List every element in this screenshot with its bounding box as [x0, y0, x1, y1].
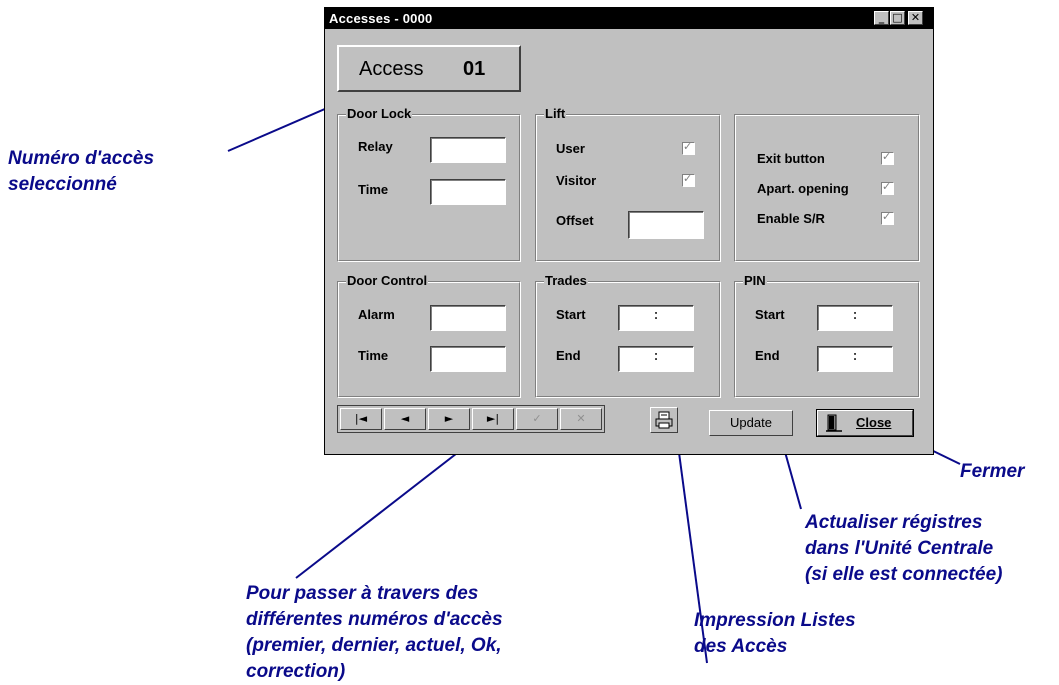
check-icon: ✓ [882, 150, 892, 163]
trades-group: Trades Start : End : [535, 273, 721, 398]
close-label: Close [856, 415, 892, 430]
lift-title: Lift [544, 106, 567, 121]
door-lock-group: Door Lock Relay Time [337, 106, 521, 262]
relay-field[interactable] [430, 137, 506, 163]
apart-opening-label: Apart. opening [757, 181, 849, 196]
visitor-label: Visitor [556, 173, 597, 188]
annotation-line: Impression Listes [694, 610, 856, 631]
annotation-line: dans l'Unité Centrale [805, 538, 994, 559]
pin-end-label: End [755, 348, 780, 363]
cancel-edit-button[interactable]: ✕ [560, 408, 602, 430]
access-number: 01 [463, 58, 486, 80]
pin-end-field[interactable]: : [817, 346, 893, 372]
lift-group: Lift User ✓ Visitor ✓ Offset [535, 106, 721, 262]
user-checkbox[interactable]: ✓ [682, 140, 695, 155]
access-label: Access [359, 58, 424, 80]
pin-start-field[interactable]: : [817, 305, 893, 331]
visitor-checkbox[interactable]: ✓ [682, 172, 695, 187]
annotation-navigation: Pour passer à travers des différentes nu… [246, 581, 503, 685]
update-button[interactable]: Update [709, 410, 793, 436]
printer-icon [655, 411, 673, 429]
enable-sr-checkbox[interactable]: ✓ [881, 210, 894, 225]
relay-label: Relay [358, 139, 393, 154]
first-record-button[interactable]: |◄ [340, 408, 382, 430]
maximize-button[interactable]: □ [890, 11, 905, 25]
annotation-line: différentes numéros d'accès [246, 609, 503, 630]
accesses-window: Accesses - 0000 _ □ ✕ Access 01 Door Loc… [324, 7, 934, 455]
door-control-group: Door Control Alarm Time [337, 273, 521, 398]
last-record-button[interactable]: ►| [472, 408, 514, 430]
trades-end-label: End [556, 348, 581, 363]
annotation-line: (premier, dernier, actuel, Ok, [246, 635, 502, 656]
annotation-line: correction) [246, 661, 346, 682]
door-control-time-label: Time [358, 348, 389, 363]
annotation-line: Fermer [960, 461, 1025, 482]
options-group: Exit button ✓ Apart. opening ✓ Enable S/… [734, 114, 920, 262]
annotation-print: Impression Listes des Accès [694, 608, 856, 660]
annotation-line: Pour passer à travers des [246, 583, 479, 604]
check-icon: ✓ [882, 210, 892, 223]
trades-end-field[interactable]: : [618, 346, 694, 372]
next-record-button[interactable]: ► [428, 408, 470, 430]
alarm-field[interactable] [430, 305, 506, 331]
annotation-line: Numéro d'accès [8, 148, 155, 169]
alarm-label: Alarm [358, 307, 395, 322]
pin-group: PIN Start : End : [734, 273, 920, 398]
door-control-title: Door Control [346, 273, 429, 288]
access-number-display[interactable]: Access 01 [337, 45, 521, 92]
check-icon: ✓ [683, 172, 693, 185]
offset-label: Offset [556, 213, 594, 228]
trades-start-field[interactable]: : [618, 305, 694, 331]
annotation-line: des Accès [694, 636, 788, 657]
annotation-line: Actualiser régistres [805, 512, 983, 533]
user-label: User [556, 141, 585, 156]
title-bar: Accesses - 0000 _ □ ✕ [325, 8, 933, 29]
annotation-line: (si elle est connectée) [805, 564, 1003, 585]
trades-title: Trades [544, 273, 588, 288]
door-icon [826, 414, 842, 432]
door-lock-title: Door Lock [346, 106, 413, 121]
window-title: Accesses - 0000 [329, 11, 433, 26]
print-button[interactable] [650, 407, 678, 433]
door-control-time-field[interactable] [430, 346, 506, 372]
annotation-line: seleccionné [8, 174, 117, 195]
check-icon: ✓ [683, 140, 693, 153]
minimize-button[interactable]: _ [874, 11, 889, 25]
close-button[interactable]: Close [816, 409, 914, 437]
door-lock-time-label: Time [358, 182, 389, 197]
post-edit-button[interactable]: ✓ [516, 408, 558, 430]
pin-start-label: Start [755, 307, 785, 322]
exit-button-checkbox[interactable]: ✓ [881, 150, 894, 165]
exit-button-label: Exit button [757, 151, 825, 166]
offset-field[interactable] [628, 211, 704, 239]
enable-sr-label: Enable S/R [757, 211, 825, 226]
apart-opening-checkbox[interactable]: ✓ [881, 180, 894, 195]
annotation-close: Fermer [960, 459, 1024, 485]
door-lock-time-field[interactable] [430, 179, 506, 205]
trades-start-label: Start [556, 307, 586, 322]
annotation-update: Actualiser régistres dans l'Unité Centra… [805, 510, 1002, 588]
prev-record-button[interactable]: ◄ [384, 408, 426, 430]
window-close-button[interactable]: ✕ [908, 11, 923, 25]
annotation-access-number: Numéro d'accès seleccionné [8, 146, 154, 198]
record-navigator: |◄ ◄ ► ►| ✓ ✕ [337, 405, 605, 433]
pin-title: PIN [743, 273, 767, 288]
check-icon: ✓ [882, 180, 892, 193]
